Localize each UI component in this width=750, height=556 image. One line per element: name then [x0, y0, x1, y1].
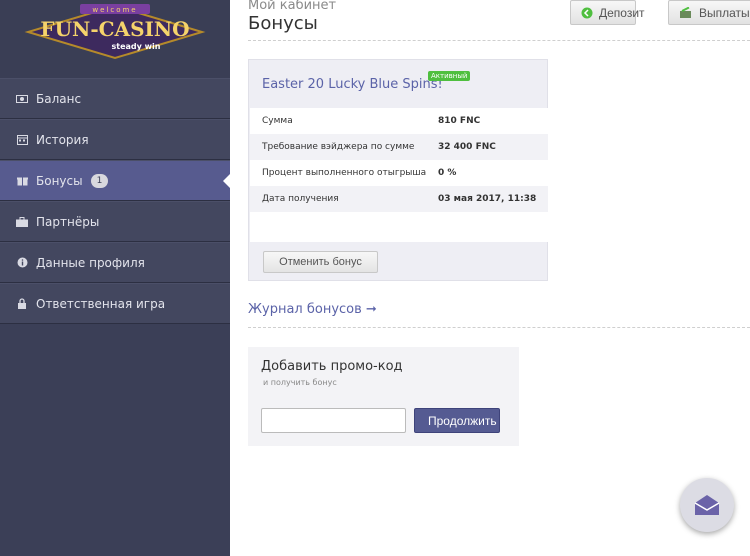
bonus-details-table: Сумма 810 FNC Требование вэйджера по сум…	[250, 108, 548, 212]
row-value: 32 400 FNC	[438, 142, 496, 152]
info-icon	[16, 257, 28, 269]
lock-icon	[16, 298, 28, 310]
deposit-icon	[581, 7, 593, 19]
gift-icon	[16, 175, 28, 187]
bonus-count-badge: 1	[90, 173, 109, 188]
cash-icon	[16, 93, 28, 105]
logo-welcome-text: welcome	[92, 6, 137, 14]
payout-button[interactable]: Выплаты	[668, 0, 750, 25]
status-badge: Активный	[428, 71, 471, 81]
row-value: 0 %	[438, 168, 457, 178]
sidebar-nav: Баланс История Бонусы 1 Партнёры Данные …	[0, 78, 231, 324]
bonus-journal-link[interactable]: Журнал бонусов ➞	[248, 302, 377, 317]
table-row: Сумма 810 FNC	[250, 108, 548, 134]
sidebar-item-profile[interactable]: Данные профиля	[0, 242, 230, 283]
sidebar-item-label: Ответственная игра	[36, 296, 166, 311]
chat-button[interactable]	[680, 478, 734, 532]
fun-casino-logo[interactable]: welcome FUN-CASINO steady win	[24, 4, 206, 60]
sidebar: welcome FUN-CASINO steady win Баланс Ист…	[0, 0, 231, 556]
deposit-button[interactable]: Депозит	[570, 0, 645, 25]
sidebar-item-label: Баланс	[36, 91, 82, 106]
continue-button[interactable]: Продолжить	[414, 408, 500, 433]
table-row: Требование вэйджера по сумме 32 400 FNC	[250, 134, 548, 160]
sidebar-item-label: Партнёры	[36, 214, 100, 229]
bonus-title: Easter 20 Lucky Blue Spins!	[262, 77, 443, 92]
bonus-card-spacer	[250, 212, 548, 242]
promo-code-panel: Добавить промо-код и получить бонус Прод…	[248, 347, 519, 446]
logo-tagline-text: steady win	[112, 42, 161, 51]
row-value: 03 мая 2017, 11:38	[438, 194, 537, 204]
sidebar-item-responsible-gaming[interactable]: Ответственная игра	[0, 283, 230, 324]
sidebar-item-label: Бонусы	[36, 173, 83, 188]
journal-divider	[248, 327, 750, 328]
row-value: 810 FNC	[438, 116, 481, 126]
promo-code-input[interactable]	[261, 408, 406, 433]
row-key: Дата получения	[262, 194, 339, 204]
deposit-label: Депозит	[599, 5, 645, 20]
calendar-icon	[16, 134, 28, 146]
row-key: Процент выполненного отыгрыша	[262, 168, 427, 178]
row-key: Требование вэйджера по сумме	[262, 142, 415, 152]
briefcase-icon	[16, 216, 28, 228]
sidebar-item-label: Данные профиля	[36, 255, 145, 270]
payout-icon	[679, 6, 693, 19]
sidebar-item-partners[interactable]: Партнёры	[0, 201, 230, 242]
sidebar-item-label: История	[36, 132, 89, 147]
cabinet-label: Мой кабинет	[248, 0, 337, 13]
page-title: Бонусы	[248, 13, 318, 34]
logo-main-text: FUN-CASINO	[40, 17, 189, 41]
table-row: Дата получения 03 мая 2017, 11:38	[250, 186, 548, 212]
logo-area: welcome FUN-CASINO steady win	[0, 0, 230, 78]
sidebar-item-history[interactable]: История	[0, 119, 230, 160]
payout-label: Выплаты	[699, 5, 750, 20]
promo-subtitle: и получить бонус	[263, 378, 337, 387]
bonus-card: Easter 20 Lucky Blue Spins! Активный Сум…	[248, 59, 548, 281]
envelope-icon	[694, 495, 720, 515]
table-row: Процент выполненного отыгрыша 0 %	[250, 160, 548, 186]
header-divider	[248, 40, 750, 41]
cancel-bonus-button[interactable]: Отменить бонус	[263, 251, 378, 273]
promo-title: Добавить промо-код	[261, 359, 403, 374]
sidebar-item-bonuses[interactable]: Бонусы 1	[0, 160, 231, 201]
sidebar-item-balance[interactable]: Баланс	[0, 78, 230, 119]
row-key: Сумма	[262, 116, 293, 126]
